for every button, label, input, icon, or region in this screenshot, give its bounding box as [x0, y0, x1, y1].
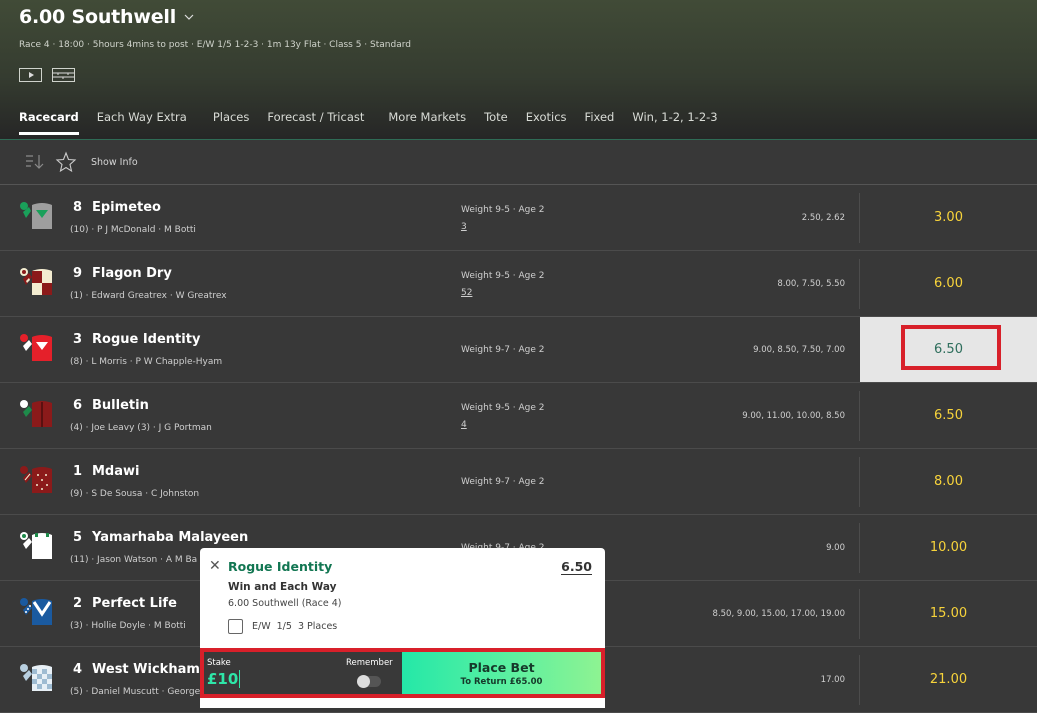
runner-weight-age: Weight 9-7 · Age 2: [461, 345, 545, 355]
each-way-label: E/W 1/5 3 Places: [252, 621, 338, 632]
runner-number: 2: [73, 596, 83, 611]
runner-jockey-trainer: (1) · Edward Greatrex · W Greatrex: [70, 291, 227, 301]
remember-label: Remember: [346, 658, 393, 668]
runner-name[interactable]: West Wickham: [92, 662, 200, 677]
racecourse-map-icon[interactable]: [52, 68, 75, 82]
runner-row: 9 Flagon Dry (1) · Edward Greatrex · W G…: [0, 251, 1037, 317]
odds-button[interactable]: 10.00: [860, 515, 1037, 580]
close-icon[interactable]: ✕: [209, 558, 221, 574]
toggle-knob: [357, 675, 370, 688]
runner-number: 3: [73, 332, 83, 347]
race-title[interactable]: 6.00 Southwell: [19, 6, 176, 28]
tab-exotics[interactable]: Exotics: [526, 110, 567, 136]
stake-panel: Stake £10 Remember: [204, 652, 402, 694]
to-return-label: To Return £65.00: [460, 676, 543, 687]
previous-odds: 9.00, 11.00, 10.00, 8.50: [742, 411, 845, 421]
runner-name[interactable]: Mdawi: [92, 464, 139, 479]
odds-button[interactable]: 21.00: [860, 647, 1037, 712]
betslip-event: 6.00 Southwell (Race 4): [228, 598, 342, 609]
previous-odds: 8.50, 9.00, 15.00, 17.00, 19.00: [712, 609, 845, 619]
runner-jockey-trainer: (10) · P J McDonald · M Botti: [70, 225, 196, 235]
runner-form[interactable]: 52: [461, 288, 472, 298]
runner-weight-age: Weight 9-5 · Age 2: [461, 271, 545, 281]
odds-button[interactable]: 6.00: [860, 251, 1037, 316]
previous-odds: 8.00, 7.50, 5.50: [777, 279, 845, 289]
stake-and-place-bet-highlight: Stake £10 Remember Place Bet To Return £…: [200, 648, 605, 698]
runner-jockey-trainer: (3) · Hollie Doyle · M Botti: [70, 621, 186, 631]
jockey-silk-icon: [20, 532, 52, 559]
tab-places[interactable]: Places: [213, 110, 250, 136]
previous-odds: 9.00: [826, 543, 845, 553]
runner-row: 3 Rogue Identity (8) · L Morris · P W Ch…: [0, 317, 1037, 383]
stake-input[interactable]: £10: [207, 670, 241, 688]
chevron-down-icon[interactable]: [184, 12, 194, 22]
runner-name[interactable]: Yamarhaba Malayeen: [92, 530, 248, 545]
jockey-silk-icon: [20, 664, 52, 691]
runner-jockey-trainer: (9) · S De Sousa · C Johnston: [70, 489, 200, 499]
runner-number: 4: [73, 662, 83, 677]
racecard-toolbar: Show Info: [0, 140, 1037, 185]
runner-number: 1: [73, 464, 83, 479]
market-tabs: Racecard Each Way Extra Places Forecast …: [19, 110, 736, 136]
runner-row: 8 Epimeteo (10) · P J McDonald · M Botti…: [0, 185, 1037, 251]
previous-odds: 2.50, 2.62: [801, 213, 845, 223]
tab-each-way-extra[interactable]: Each Way Extra: [97, 110, 187, 136]
odds-button-selected[interactable]: 6.50: [860, 317, 1037, 382]
favourite-star-icon[interactable]: [55, 151, 77, 173]
show-info-toggle[interactable]: Show Info: [91, 157, 138, 168]
runner-weight-age: Weight 9-5 · Age 2: [461, 403, 545, 413]
runner-weight-age: Weight 9-5 · Age 2: [461, 205, 545, 215]
odds-button[interactable]: 15.00: [860, 581, 1037, 646]
place-bet-button[interactable]: Place Bet To Return £65.00: [402, 652, 601, 694]
jockey-silk-icon: [20, 598, 52, 625]
tab-tote[interactable]: Tote: [484, 110, 508, 136]
odds-button[interactable]: 8.00: [860, 449, 1037, 514]
runner-number: 5: [73, 530, 83, 545]
remember-toggle[interactable]: [357, 675, 381, 688]
runner-form[interactable]: 4: [461, 420, 467, 430]
jockey-silk-icon: [20, 400, 52, 427]
runner-jockey-trainer: (5) · Daniel Muscutt · George: [70, 687, 201, 697]
jockey-silk-icon: [20, 334, 52, 361]
jockey-silk-icon: [20, 202, 52, 229]
runner-number: 6: [73, 398, 83, 413]
jockey-silk-icon: [20, 268, 52, 295]
runner-jockey-trainer: (4) · Joe Leavy (3) · J G Portman: [70, 423, 212, 433]
jockey-silk-icon: [20, 466, 52, 493]
runner-form[interactable]: 3: [461, 222, 467, 232]
stake-label: Stake: [207, 658, 231, 668]
tab-fixed[interactable]: Fixed: [585, 110, 615, 136]
tab-more-markets[interactable]: More Markets: [388, 110, 466, 136]
odds-button[interactable]: 3.00: [860, 185, 1037, 250]
each-way-checkbox[interactable]: [228, 619, 243, 634]
betslip-bet-type: Win and Each Way: [228, 581, 337, 593]
runner-row: 6 Bulletin (4) · Joe Leavy (3) · J G Por…: [0, 383, 1037, 449]
race-header: 6.00 Southwell Race 4 · 18:00 · 5hours 4…: [0, 0, 1037, 140]
runner-jockey-trainer: (8) · L Morris · P W Chapple-Hyam: [70, 357, 223, 367]
runner-row: 1 Mdawi (9) · S De Sousa · C Johnston We…: [0, 449, 1037, 515]
each-way-option: E/W 1/5 3 Places: [228, 619, 337, 634]
sort-icon[interactable]: [25, 153, 45, 171]
runner-name[interactable]: Bulletin: [92, 398, 149, 413]
runner-name[interactable]: Perfect Life: [92, 596, 177, 611]
runner-weight-age: Weight 9-7 · Age 2: [461, 477, 545, 487]
runner-name[interactable]: Rogue Identity: [92, 332, 200, 347]
betslip-price: 6.50: [561, 559, 592, 575]
tab-win-places[interactable]: Win, 1-2, 1-2-3: [632, 110, 717, 136]
odds-button[interactable]: 6.50: [860, 383, 1037, 448]
runner-jockey-trainer: (11) · Jason Watson · A M Ba: [70, 555, 198, 565]
betslip-selection: Rogue Identity: [228, 559, 333, 574]
runner-number: 9: [73, 266, 83, 281]
previous-odds: 17.00: [820, 675, 845, 685]
race-info: Race 4 · 18:00 · 5hours 4mins to post · …: [19, 40, 411, 50]
play-video-icon[interactable]: [19, 68, 42, 82]
quick-betslip: ✕ Rogue Identity 6.50 Win and Each Way 6…: [200, 548, 605, 708]
place-bet-label: Place Bet: [468, 659, 535, 675]
runner-name[interactable]: Flagon Dry: [92, 266, 172, 281]
tab-forecast-tricast[interactable]: Forecast / Tricast: [267, 110, 364, 136]
runner-name[interactable]: Epimeteo: [92, 200, 161, 215]
tab-racecard[interactable]: Racecard: [19, 110, 79, 136]
runner-number: 8: [73, 200, 83, 215]
previous-odds: 9.00, 8.50, 7.50, 7.00: [753, 345, 845, 355]
